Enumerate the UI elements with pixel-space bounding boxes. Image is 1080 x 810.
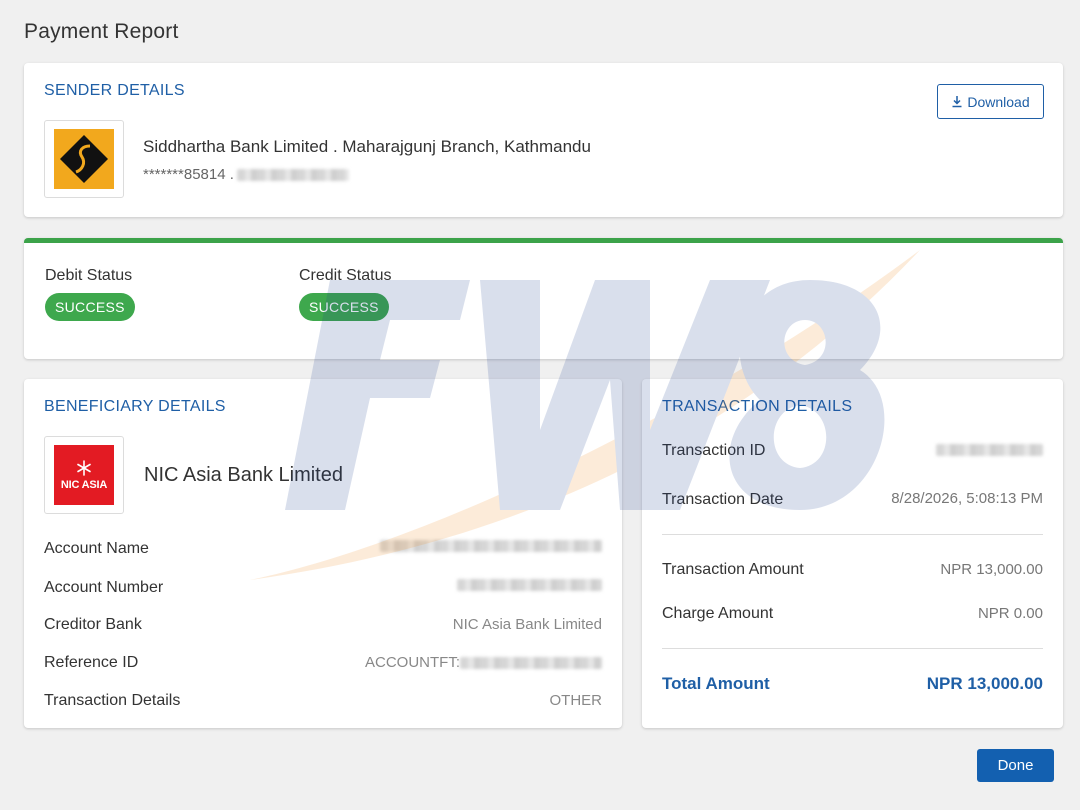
charge-amount-label: Charge Amount — [662, 605, 774, 622]
transaction-amount-label: Transaction Amount — [662, 561, 804, 578]
transaction-details-card: TRANSACTION DETAILS Transaction ID Trans… — [642, 379, 1063, 728]
nic-asia-logo-text: NIC ASIA — [60, 478, 108, 491]
download-button[interactable]: Download — [937, 84, 1044, 119]
sender-section-title: SENDER DETAILS — [44, 82, 185, 99]
credit-status-badge: SUCCESS — [299, 293, 389, 321]
creditor-bank-value: NIC Asia Bank Limited — [452, 616, 602, 633]
charge-amount-value: NPR 0.00 — [977, 605, 1043, 622]
account-name-value — [380, 540, 602, 552]
transaction-id-value — [936, 444, 1043, 456]
reference-id-value: ACCOUNTFT: — [365, 654, 602, 671]
status-card: Debit Status SUCCESS Credit Status SUCCE… — [24, 238, 1063, 359]
nic-asia-logo: NIC ASIA — [54, 445, 114, 505]
transaction-amount-value: NPR 13,000.00 — [940, 561, 1043, 578]
redacted-text — [236, 168, 349, 181]
redacted-text — [457, 579, 602, 591]
account-number-label: Account Number — [44, 579, 164, 596]
divider — [662, 648, 1043, 649]
sender-account-number: *******85814 . — [143, 166, 234, 183]
redacted-text — [460, 656, 602, 669]
download-icon — [952, 96, 962, 108]
redacted-text — [936, 444, 1043, 456]
beneficiary-details-card: BENEFICIARY DETAILS NIC ASIA NIC Asia Ba… — [24, 379, 622, 728]
account-number-value — [457, 579, 602, 591]
creditor-bank-label: Creditor Bank — [44, 616, 142, 633]
beneficiary-bank-name: NIC Asia Bank Limited — [144, 464, 343, 486]
transaction-details-value: OTHER — [549, 692, 603, 709]
redacted-text — [380, 540, 602, 552]
sender-account: *******85814 . — [143, 166, 349, 183]
total-amount-label: Total Amount — [662, 674, 770, 693]
credit-status-label: Credit Status — [299, 267, 392, 284]
transaction-details-label: Transaction Details — [44, 692, 181, 709]
total-amount-value: NPR 13,000.00 — [926, 674, 1043, 693]
divider — [662, 534, 1043, 535]
transaction-id-label: Transaction ID — [662, 442, 766, 459]
download-label: Download — [967, 93, 1030, 110]
debit-status-label: Debit Status — [45, 267, 133, 284]
beneficiary-bank-logo: NIC ASIA — [44, 436, 124, 514]
reference-id-label: Reference ID — [44, 654, 139, 671]
transaction-section-title: TRANSACTION DETAILS — [662, 398, 853, 415]
account-name-label: Account Name — [44, 540, 149, 557]
done-button[interactable]: Done — [977, 749, 1054, 782]
debit-status-badge: SUCCESS — [45, 293, 135, 321]
transaction-date-label: Transaction Date — [662, 491, 784, 508]
page-title: Payment Report — [24, 20, 179, 43]
transaction-date-value: 8/28/2026, 5:08:13 PM — [891, 490, 1043, 507]
siddhartha-bank-logo — [54, 129, 114, 189]
sender-bank-logo — [44, 120, 124, 198]
nic-asia-star-icon — [77, 459, 91, 476]
sender-bank-name: Siddhartha Bank Limited . Maharajgunj Br… — [143, 137, 591, 156]
sender-details-card: SENDER DETAILS Download Siddhartha Bank … — [24, 63, 1063, 217]
beneficiary-section-title: BENEFICIARY DETAILS — [44, 398, 226, 415]
